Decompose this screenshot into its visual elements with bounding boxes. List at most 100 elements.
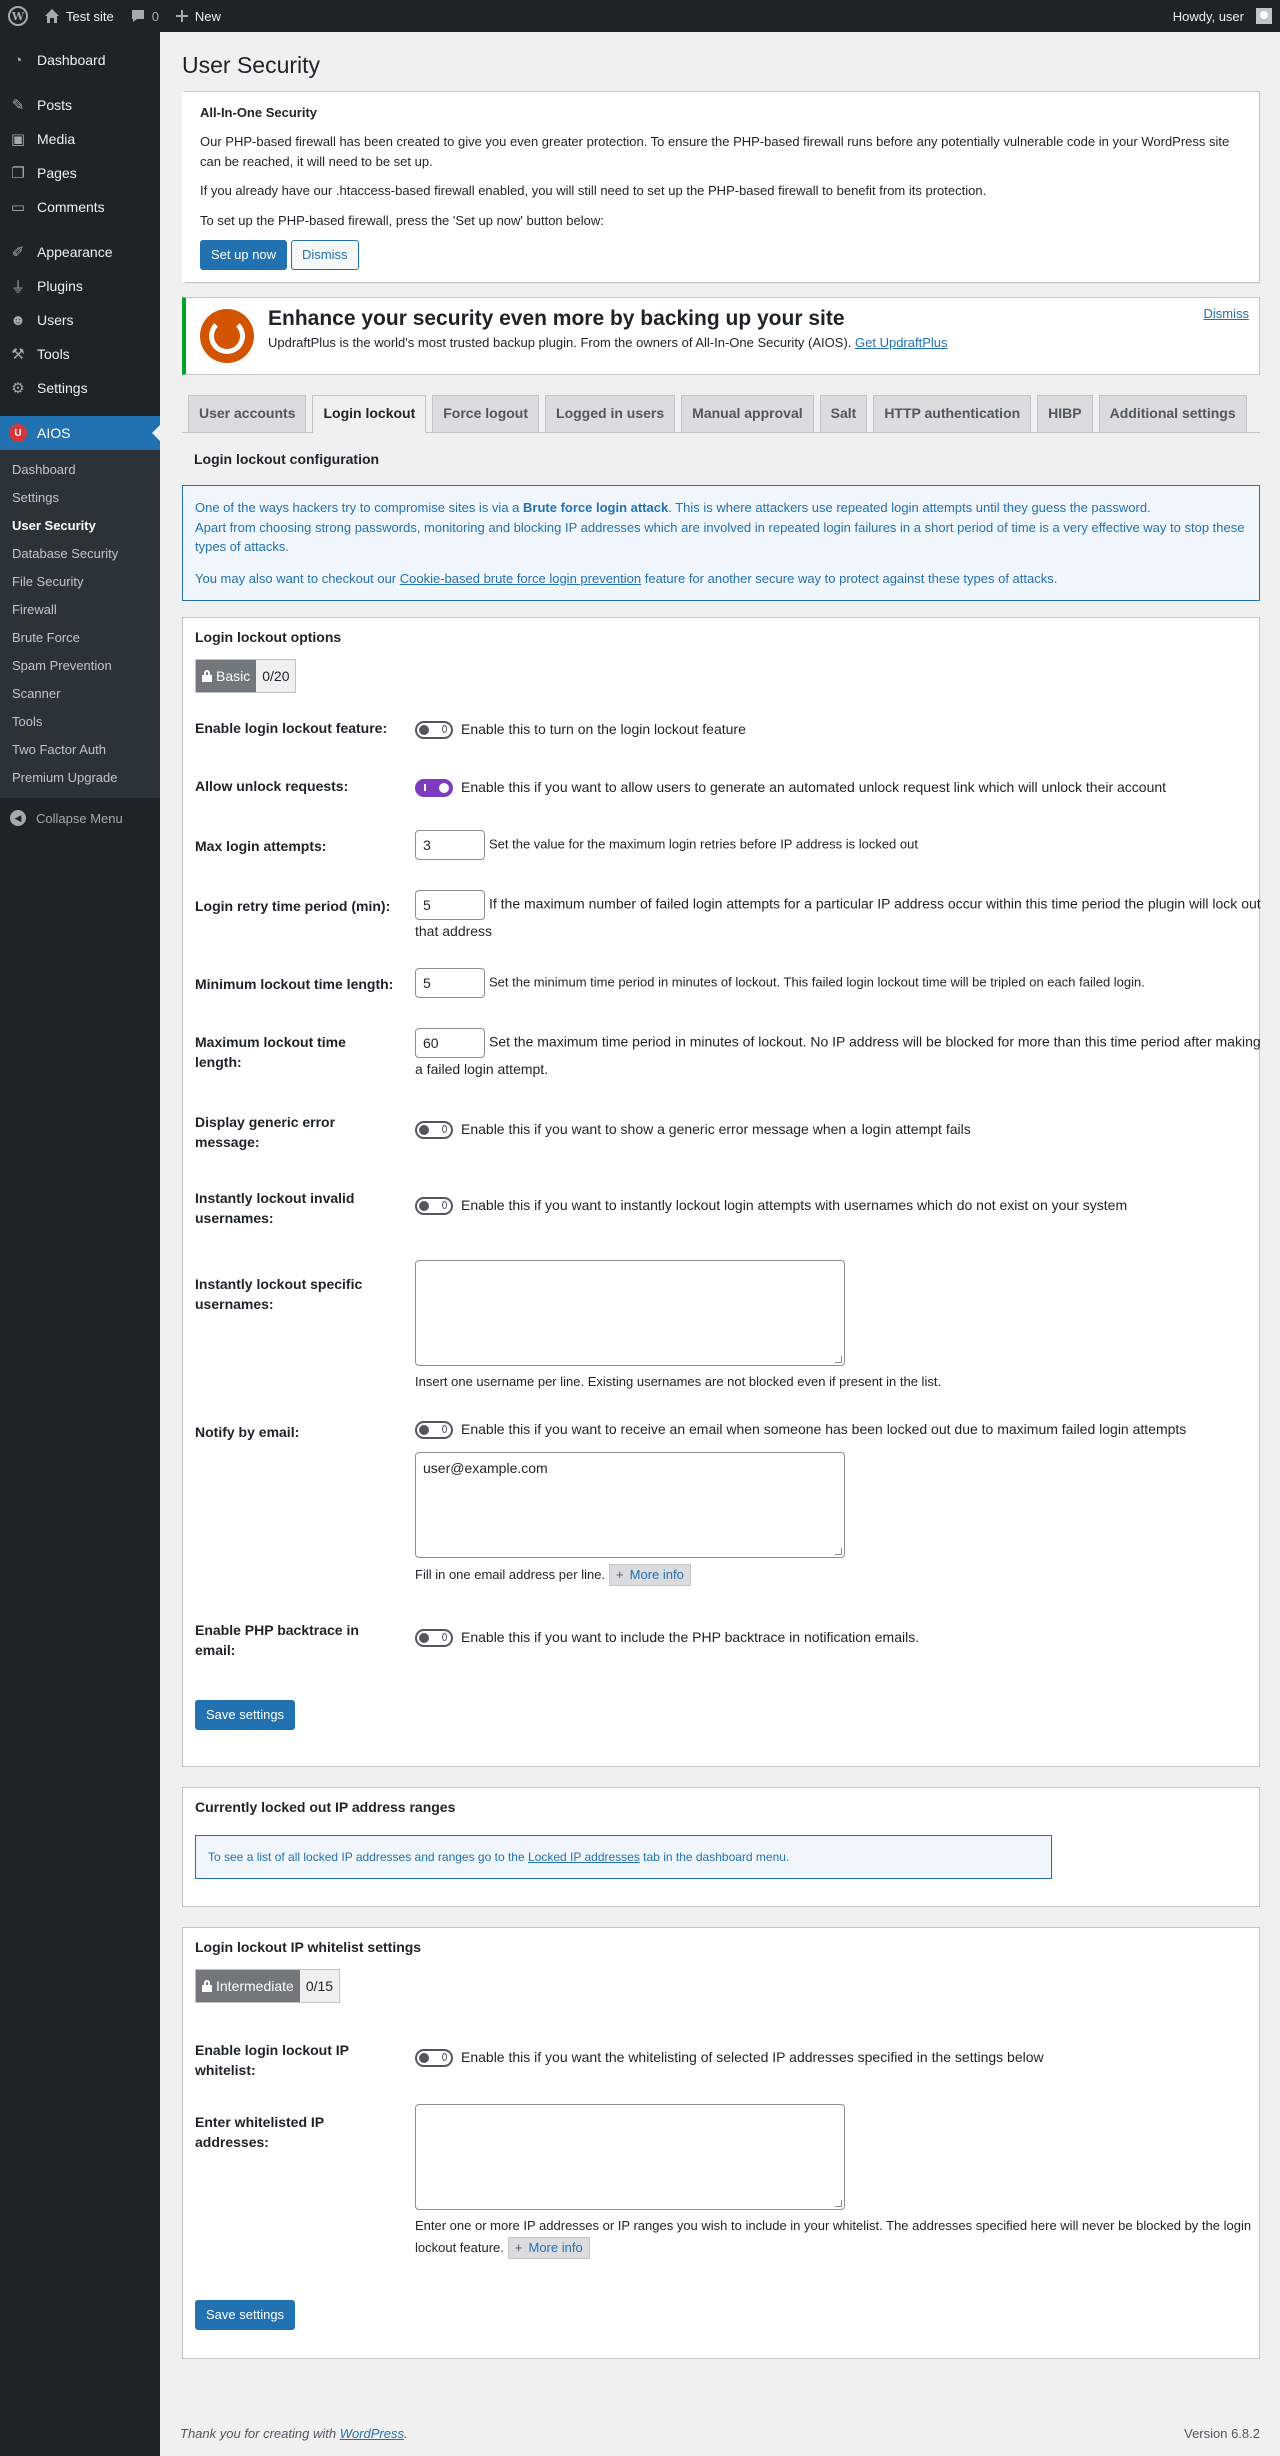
tab-logged-in-users[interactable]: Logged in users	[545, 395, 676, 432]
firewall-notice: All-In-One Security Our PHP-based firewa…	[182, 91, 1260, 283]
sidebar-item-label: Settings	[37, 380, 88, 396]
version-text: Version 6.8.2	[1184, 2426, 1260, 2441]
badge-score: 0/20	[262, 668, 290, 684]
specific-usernames-textarea[interactable]	[415, 1260, 845, 1366]
notify-email-toggle[interactable]	[415, 1421, 453, 1440]
wordpress-link[interactable]: WordPress	[340, 2426, 404, 2441]
tab-manual-approval[interactable]: Manual approval	[681, 395, 814, 432]
field-label: Notify by email:	[195, 1424, 300, 1440]
php-backtrace-toggle[interactable]	[415, 1629, 453, 1648]
tab-hibp[interactable]: HIBP	[1037, 395, 1093, 432]
submenu-file-security[interactable]: File Security	[0, 568, 160, 596]
sidebar-item-label: Plugins	[37, 278, 83, 294]
sidebar-item-appearance[interactable]: ✐ Appearance	[0, 235, 160, 269]
field-desc: If the maximum number of failed login at…	[415, 895, 1261, 939]
submenu-user-security[interactable]: User Security	[0, 512, 160, 540]
tab-salt[interactable]: Salt	[819, 395, 868, 432]
submenu-firewall[interactable]: Firewall	[0, 596, 160, 624]
badge-level: Basic	[216, 668, 251, 684]
comments-link[interactable]: 0	[122, 0, 167, 32]
submenu-premium-upgrade[interactable]: Premium Upgrade	[0, 764, 160, 792]
sidebar-item-aios[interactable]: U AIOS	[0, 416, 160, 450]
badge-score: 0/15	[305, 1978, 334, 1994]
sidebar-item-settings[interactable]: ⚙ Settings	[0, 371, 160, 405]
footer-text: Thank you for creating with	[180, 2426, 340, 2441]
admin-bar: W Test site 0 New Howdy, user	[0, 0, 1280, 32]
field-label: Enable login lockout feature:	[195, 720, 388, 736]
badge-level: Intermediate	[216, 1978, 294, 1994]
tab-user-accounts[interactable]: User accounts	[188, 395, 307, 432]
submenu-two-factor-auth[interactable]: Two Factor Auth	[0, 736, 160, 764]
wordpress-logo-menu[interactable]: W	[0, 0, 36, 32]
sidebar-item-label: Tools	[37, 346, 70, 362]
notify-email-textarea[interactable]: user@example.com	[415, 1452, 845, 1559]
field-label: Login retry time period (min):	[195, 898, 391, 914]
enable-lockout-toggle[interactable]	[415, 721, 453, 740]
sidebar-item-label: Comments	[37, 199, 105, 215]
field-label: Instantly lockout specific usernames:	[195, 1276, 363, 1313]
info-text: . This is where attackers use repeated l…	[668, 500, 1151, 515]
field-hint: Fill in one email address per line.	[415, 1567, 606, 1583]
retry-period-input[interactable]: 5	[415, 890, 485, 920]
lock-icon	[202, 1980, 212, 1992]
get-updraftplus-link[interactable]: Get UpdraftPlus	[855, 335, 948, 350]
generic-error-toggle[interactable]	[415, 1121, 453, 1140]
collapse-menu-button[interactable]: ◀ Collapse Menu	[0, 802, 160, 834]
tab-additional-settings[interactable]: Additional settings	[1098, 395, 1247, 432]
plug-icon: ⏚	[10, 278, 26, 296]
invalid-usernames-toggle[interactable]	[415, 1197, 453, 1216]
sidebar-item-users[interactable]: ☻ Users	[0, 303, 160, 337]
submenu-dashboard[interactable]: Dashboard	[0, 456, 160, 484]
page-title: User Security	[182, 52, 321, 78]
tab-login-lockout[interactable]: Login lockout	[312, 395, 427, 433]
submenu-scanner[interactable]: Scanner	[0, 680, 160, 708]
submenu-brute-force[interactable]: Brute Force	[0, 624, 160, 652]
max-lockout-input[interactable]: 60	[415, 1028, 485, 1058]
dismiss-button[interactable]: Dismiss	[291, 240, 359, 270]
submenu-settings[interactable]: Settings	[0, 484, 160, 512]
min-lockout-input[interactable]: 5	[415, 968, 485, 998]
my-account-link[interactable]: Howdy, user	[1165, 0, 1280, 32]
updraft-dismiss-link[interactable]: Dismiss	[1204, 306, 1250, 321]
whitelist-enable-toggle[interactable]	[415, 2049, 453, 2068]
sidebar-item-dashboard[interactable]: ◔ Dashboard	[0, 43, 160, 77]
submenu-spam-prevention[interactable]: Spam Prevention	[0, 652, 160, 680]
more-info-button[interactable]: + More info	[507, 2236, 590, 2259]
sidebar-item-tools[interactable]: ⚒ Tools	[0, 337, 160, 371]
field-desc: Enable this if you want to include the P…	[461, 1629, 920, 1645]
field-hint: Insert one username per line. Existing u…	[415, 1374, 942, 1389]
sidebar-item-label: Media	[37, 131, 76, 147]
unlock-requests-toggle[interactable]	[415, 779, 453, 798]
submenu-database-security[interactable]: Database Security	[0, 540, 160, 568]
sidebar-item-posts[interactable]: ✎ Posts	[0, 88, 160, 122]
submenu-tools[interactable]: Tools	[0, 708, 160, 736]
max-attempts-input[interactable]: 3	[415, 830, 485, 860]
login-lockout-options-box: Login lockout options Basic 0/20 Enable …	[182, 617, 1261, 1767]
info-text: You may also want to checkout our	[195, 570, 400, 586]
plus-icon: +	[514, 2239, 523, 2255]
field-label: Max login attempts:	[195, 838, 327, 854]
whitelist-ip-textarea[interactable]	[415, 2104, 845, 2210]
tab-bar: User accounts Login lockout Force logout…	[182, 395, 1260, 433]
tab-http-authentication[interactable]: HTTP authentication	[873, 395, 1032, 432]
field-label: Allow unlock requests:	[195, 778, 349, 794]
sidebar-item-comments[interactable]: ▭ Comments	[0, 190, 160, 224]
locked-ip-addresses-link[interactable]: Locked IP addresses	[528, 1850, 640, 1864]
sidebar-item-media[interactable]: ▣ Media	[0, 122, 160, 156]
tab-force-logout[interactable]: Force logout	[432, 395, 540, 432]
field-label: Enter whitelisted IP addresses:	[195, 2114, 324, 2151]
security-level-badge: Intermediate 0/15	[195, 1969, 341, 2003]
site-name-link[interactable]: Test site	[36, 0, 122, 32]
cookie-brute-force-link[interactable]: Cookie-based brute force login preventio…	[400, 571, 641, 586]
sidebar-item-label: Posts	[37, 97, 73, 113]
new-content-link[interactable]: New	[167, 0, 229, 32]
lock-icon	[202, 670, 212, 682]
sidebar-item-plugins[interactable]: ⏚ Plugins	[0, 269, 160, 303]
more-info-button[interactable]: + More info	[609, 1564, 691, 1587]
save-settings-button[interactable]: Save settings	[195, 1700, 296, 1730]
field-desc: Enable this to turn on the login lockout…	[461, 721, 746, 737]
sidebar-item-pages[interactable]: ❐ Pages	[0, 156, 160, 190]
save-settings-button[interactable]: Save settings	[195, 2300, 296, 2330]
field-label: Enable PHP backtrace in email:	[195, 1622, 359, 1659]
setup-now-button[interactable]: Set up now	[200, 240, 288, 270]
